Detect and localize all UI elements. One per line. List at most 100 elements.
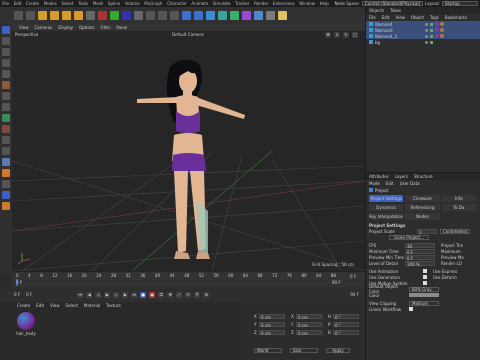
attribute-input[interactable]: 30 <box>405 242 435 249</box>
render-check-icon[interactable] <box>430 40 433 44</box>
locked-workplane-icon[interactable] <box>2 191 10 199</box>
tab-attributes[interactable]: Attributes <box>366 174 392 179</box>
pla-key-icon[interactable]: ⊞ <box>203 291 210 298</box>
coordinate-input[interactable]: 0 cm <box>259 329 285 336</box>
material-menu-texture[interactable]: Texture <box>103 303 124 308</box>
coordinate-input[interactable]: 0 ° <box>333 313 359 320</box>
view-clipping-select[interactable]: Medium <box>409 300 439 306</box>
object-menu-tags[interactable]: Tags <box>427 15 442 20</box>
timeline-frame-right[interactable]: 0 F <box>350 274 356 279</box>
autokey-icon[interactable]: ● <box>149 291 156 298</box>
coord-mode-select[interactable]: World <box>254 348 282 353</box>
material-menu-view[interactable]: View <box>47 303 63 308</box>
checkbox[interactable] <box>423 281 427 285</box>
default-color-select[interactable]: 60% Gray <box>409 286 439 292</box>
object-row[interactable]: bg <box>366 39 480 45</box>
menu-mesh[interactable]: Mesh <box>91 1 106 6</box>
cube-icon[interactable] <box>182 11 191 20</box>
viewport-menu-view[interactable]: View <box>16 25 32 30</box>
enable-axis-icon[interactable] <box>2 136 10 144</box>
material-menu-select[interactable]: Select <box>63 303 81 308</box>
attribute-menu-edit[interactable]: Edit <box>383 181 397 186</box>
checkbox[interactable] <box>423 275 427 279</box>
redo-icon[interactable] <box>26 11 35 20</box>
lock-z-icon[interactable] <box>122 11 131 20</box>
lock-y-icon[interactable] <box>110 11 119 20</box>
render-check-icon[interactable] <box>430 22 433 26</box>
next-frame-icon[interactable]: ▷ <box>113 291 120 298</box>
object-mode-icon[interactable] <box>2 158 10 166</box>
render-check-icon[interactable] <box>430 34 433 38</box>
visibility-icon[interactable] <box>425 40 428 44</box>
viewport-menu-display[interactable]: Display <box>55 25 76 30</box>
linear-workflow-checkbox[interactable] <box>409 307 413 311</box>
menu-volume[interactable]: Volume <box>123 1 142 6</box>
project-scale-unit-select[interactable]: Centimeters <box>440 228 470 234</box>
material-tag-icon[interactable] <box>435 34 439 38</box>
subtab-to-do[interactable]: To Do <box>440 203 477 212</box>
rotate-icon[interactable] <box>74 11 83 20</box>
subtab-nodes[interactable]: Nodes <box>404 212 441 221</box>
workplane-icon[interactable] <box>2 114 10 122</box>
tab-structure[interactable]: Structure <box>411 174 436 179</box>
timeline-end[interactable]: 90 F <box>332 280 341 285</box>
keyframe-selection-icon[interactable]: ⚿ <box>158 291 165 298</box>
position-key-icon[interactable]: ✥ <box>167 291 174 298</box>
goto-start-icon[interactable]: ⏮ <box>77 291 84 298</box>
render-to-picture-viewer-icon[interactable] <box>158 11 167 20</box>
tab-objects[interactable]: Objects <box>366 8 387 13</box>
checkbox[interactable] <box>423 269 427 273</box>
pen-icon[interactable] <box>194 11 203 20</box>
rotation-key-icon[interactable]: ↻ <box>185 291 192 298</box>
menu-create[interactable]: Create <box>24 1 42 6</box>
viewport-menu-filter[interactable]: Filter <box>97 25 113 30</box>
coordinate-input[interactable]: 0 cm <box>259 313 285 320</box>
prev-key-icon[interactable]: ◀ <box>86 291 93 298</box>
subdivision-icon[interactable] <box>206 11 215 20</box>
viewport[interactable]: Perspective Default Camera ✥ ⇕ ↻ □ Grid … <box>12 31 365 271</box>
current-frame[interactable]: 0 F <box>14 292 20 297</box>
camera-icon[interactable] <box>266 11 275 20</box>
subtab-referencing[interactable]: Referencing <box>404 203 441 212</box>
material-item[interactable]: hair_body <box>14 312 38 336</box>
coord-system-icon[interactable] <box>134 11 143 20</box>
coordinate-input[interactable]: 0 cm <box>296 329 322 336</box>
object-menu-view[interactable]: View <box>392 15 408 20</box>
material-menu-material[interactable]: Material <box>81 303 103 308</box>
model-mode-icon[interactable] <box>2 26 10 34</box>
timeline[interactable]: 0 4 8 12 16 20 24 28 32 36 40 44 48 52 56 60 64 68 72 76 80 8… <box>12 271 365 287</box>
light-icon[interactable] <box>278 11 287 20</box>
object-name[interactable]: Woman4 <box>375 22 425 27</box>
deformer-icon[interactable] <box>242 11 251 20</box>
subtab-key-interpolation[interactable]: Key Interpolation <box>368 212 405 221</box>
recent-tools-icon[interactable] <box>86 11 95 20</box>
material-tag-icon[interactable] <box>440 22 444 26</box>
mograph-cloner-icon[interactable] <box>230 11 239 20</box>
undo-icon[interactable] <box>14 11 23 20</box>
visibility-icon[interactable] <box>425 22 428 26</box>
axis-mode-icon[interactable] <box>2 81 10 89</box>
floor-icon[interactable] <box>254 11 263 20</box>
attribute-input[interactable]: 100 % <box>405 260 435 267</box>
coordinate-input[interactable]: 0 ° <box>333 329 359 336</box>
prev-frame-icon[interactable]: ◁ <box>95 291 102 298</box>
menu-select[interactable]: Select <box>59 1 76 6</box>
goto-end-icon[interactable]: ⏭ <box>131 291 138 298</box>
viewport-menu-cameras[interactable]: Cameras <box>32 25 56 30</box>
scale-project-button[interactable]: Scale Project... <box>389 234 429 240</box>
menu-character[interactable]: Character <box>165 1 189 6</box>
visibility-icon[interactable] <box>425 34 428 38</box>
menu-window[interactable]: Window <box>297 1 317 6</box>
coordinate-input[interactable]: 0 ° <box>333 321 359 328</box>
subtab-project-settings[interactable]: Project Settings <box>368 194 405 203</box>
viewport-solo-icon[interactable] <box>2 202 10 210</box>
color-swatch[interactable] <box>409 293 439 297</box>
menu-render[interactable]: Render <box>252 1 271 6</box>
tab-takes[interactable]: Takes <box>387 8 404 13</box>
material-tag-icon[interactable] <box>440 28 444 32</box>
parameter-key-icon[interactable]: P <box>194 291 201 298</box>
render-settings-icon[interactable] <box>170 11 179 20</box>
material-tag-icon[interactable] <box>435 28 439 32</box>
subtab-info[interactable]: Info <box>440 194 477 203</box>
points-mode-icon[interactable] <box>2 37 10 45</box>
